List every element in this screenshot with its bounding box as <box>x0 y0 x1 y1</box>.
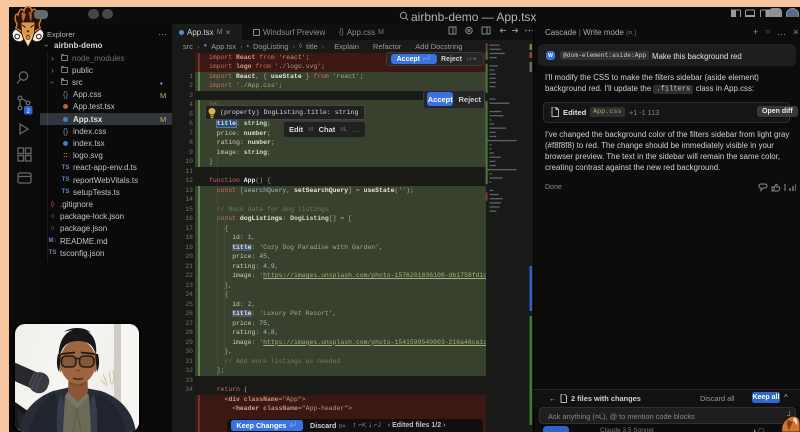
svg-text:2: 2 <box>26 108 30 115</box>
